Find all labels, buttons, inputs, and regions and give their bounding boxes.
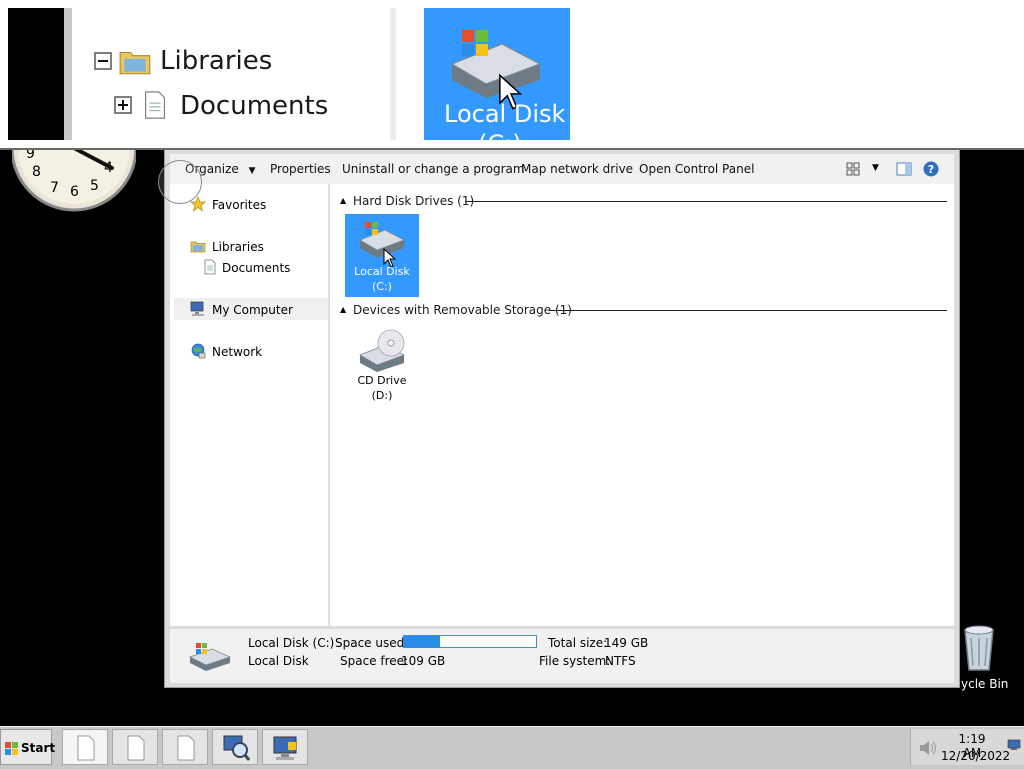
nav-item-favorites[interactable]: Favorites	[190, 196, 320, 214]
taskbar-app-1[interactable]	[62, 729, 108, 765]
total-size-label: Total size:	[548, 636, 608, 650]
group-divider	[549, 310, 947, 311]
network-icon	[191, 343, 206, 359]
cd-drive-icon	[359, 329, 405, 372]
magnified-local-disk-label: Local Disk	[444, 100, 566, 128]
volume-icon[interactable]	[919, 740, 937, 756]
magnifier-view: Libraries Documents Local Disk (C:)	[0, 0, 1024, 150]
notification-area: 1:19 AM 12/20/2022	[910, 729, 1024, 765]
magnified-drive-letter: (C:)	[478, 130, 522, 150]
documents-label: Documents	[222, 261, 291, 275]
clock-numeral-7: 7	[50, 180, 59, 196]
magnified-window-border	[64, 8, 72, 140]
expand-plus-icon[interactable]	[114, 96, 132, 114]
document-icon	[204, 259, 216, 275]
network-label: Network	[212, 345, 263, 359]
clock-numeral-5: 5	[90, 178, 99, 194]
svg-text:?: ?	[928, 163, 934, 176]
space-used-fill	[404, 636, 440, 647]
windows-logo-icon	[5, 742, 18, 755]
details-pane: Local Disk (C:) Local Disk Space used: T…	[170, 628, 954, 683]
map-network-drive-button[interactable]: Map network drive	[521, 162, 633, 176]
start-label: Start	[21, 741, 56, 755]
cd-drive-label: CD Drive	[357, 374, 407, 387]
collapse-hdd-group-icon[interactable]: ▲	[340, 196, 346, 205]
chevron-down-icon: ▼	[248, 166, 256, 176]
nav-item-my-computer[interactable]: My Computer	[174, 298, 328, 320]
space-used-bar	[403, 635, 537, 648]
drive-local-disk-c[interactable]: Local Disk (C:)	[345, 214, 419, 297]
recycle-bin-label: ycle Bin	[961, 677, 1009, 691]
magnified-libraries-label: Libraries	[160, 46, 273, 76]
recycle-bin-shortcut[interactable]: ycle Bin	[955, 620, 1024, 700]
command-bar: Organize ▼ Properties Uninstall or chang…	[170, 154, 954, 184]
magnified-local-disk: Local Disk (C:)	[424, 8, 570, 148]
taskbar-magnifier[interactable]	[212, 729, 258, 765]
clock-numeral-8: 8	[32, 164, 41, 180]
libraries-folder-icon	[190, 241, 206, 253]
clock-date[interactable]: 12/20/2022	[941, 749, 1010, 763]
recycle-bin-icon	[964, 625, 994, 671]
taskbar-explorer[interactable]	[262, 729, 308, 765]
computer-icon	[190, 301, 204, 316]
total-size-value: 149 GB	[604, 636, 649, 650]
collapse-removable-group-icon[interactable]: ▲	[340, 305, 346, 314]
change-view-button[interactable]	[846, 162, 860, 179]
drive-cd-d[interactable]: CD Drive (D:)	[345, 323, 419, 406]
nav-item-documents[interactable]: Documents	[202, 259, 322, 277]
preview-pane-icon	[896, 162, 912, 176]
magnified-pane-splitter	[390, 8, 396, 140]
local-disk-label: Local Disk	[354, 265, 410, 278]
libraries-label: Libraries	[212, 240, 264, 254]
content-pane	[330, 184, 954, 626]
clock-numeral-6: 6	[70, 184, 79, 200]
space-free-value: 109 GB	[401, 654, 446, 668]
details-item-name: Local Disk (C:)	[248, 636, 335, 650]
libraries-folder-icon	[119, 51, 151, 75]
start-button[interactable]: Start	[0, 729, 56, 765]
magnified-desktop-edge	[8, 8, 64, 140]
view-options-chevron-icon[interactable]: ▼	[872, 163, 879, 173]
group-header-hdd[interactable]: Hard Disk Drives (1)	[353, 194, 474, 208]
magnified-documents-label: Documents	[180, 91, 329, 121]
space-free-label: Space free:	[340, 654, 409, 668]
navigation-pane: Favorites Libraries Documents My Compute…	[170, 184, 329, 626]
blank-document-icon	[77, 735, 95, 761]
view-grid-icon	[846, 162, 860, 176]
hard-drive-windows-icon	[450, 30, 542, 98]
network-status-icon[interactable]	[1007, 739, 1021, 751]
preview-pane-button[interactable]	[896, 162, 912, 179]
file-system-label: File system:	[539, 654, 611, 668]
nav-item-network[interactable]: Network	[190, 343, 320, 361]
open-control-panel-button[interactable]: Open Control Panel	[639, 162, 754, 176]
help-button[interactable]: ?	[923, 161, 939, 180]
properties-button[interactable]: Properties	[270, 162, 331, 176]
details-item-type: Local Disk	[248, 654, 309, 668]
file-system-value: NTFS	[605, 654, 636, 668]
magnifier-icon	[223, 735, 250, 761]
taskbar-app-3[interactable]	[162, 729, 208, 765]
cursor-ring	[158, 160, 202, 204]
taskbar-app-2[interactable]	[112, 729, 158, 765]
collapse-minus-icon[interactable]	[94, 52, 112, 70]
hard-drive-windows-icon	[188, 643, 232, 671]
hard-drive-windows-icon	[359, 222, 405, 258]
blank-document-icon	[127, 735, 145, 761]
blank-document-icon	[177, 735, 195, 761]
local-disk-letter: (C:)	[372, 280, 392, 293]
space-used-label: Space used:	[335, 636, 409, 650]
uninstall-program-button[interactable]: Uninstall or change a program	[342, 162, 525, 176]
document-icon	[145, 91, 165, 119]
computer-icon	[273, 736, 297, 760]
cd-drive-letter: (D:)	[371, 389, 393, 402]
my-computer-label: My Computer	[212, 303, 293, 317]
group-header-removable[interactable]: Devices with Removable Storage (1)	[353, 303, 572, 317]
favorites-label: Favorites	[212, 198, 267, 212]
taskbar: Start 1:19 AM 12/20/2022	[0, 726, 1024, 769]
nav-item-libraries[interactable]: Libraries	[190, 238, 320, 256]
help-icon: ?	[923, 161, 939, 177]
group-divider	[465, 201, 947, 202]
